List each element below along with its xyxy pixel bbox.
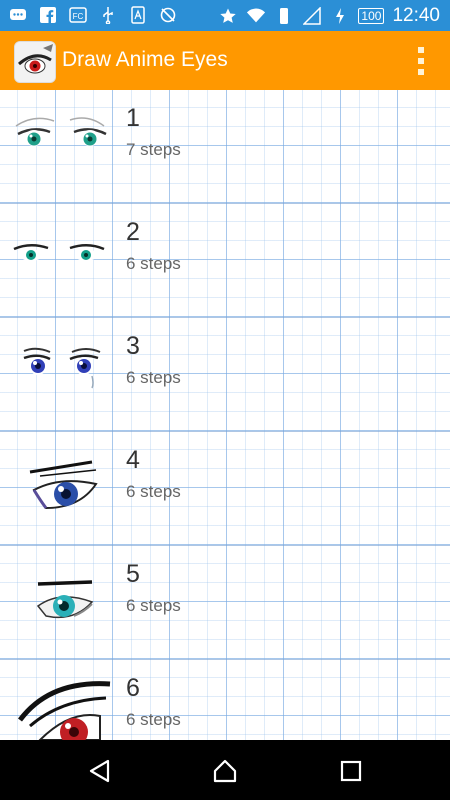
navigation-bar <box>0 740 450 800</box>
lesson-steps: 7 steps <box>126 140 181 159</box>
app-logo-icon <box>14 41 56 83</box>
lesson-number: 6 <box>126 674 140 702</box>
back-icon[interactable] <box>87 758 113 784</box>
list-item[interactable]: 5 6 steps <box>0 546 450 660</box>
page-title: Draw Anime Eyes <box>62 48 228 71</box>
lesson-number: 4 <box>126 446 140 474</box>
status-time: 12:40 <box>392 5 440 26</box>
eye-drawing <box>15 117 107 146</box>
usb-icon <box>98 5 118 25</box>
star-icon <box>218 6 238 26</box>
status-bar: FC 100 12:40 <box>0 0 450 31</box>
home-icon[interactable] <box>212 758 238 784</box>
list-item[interactable]: 1 7 steps <box>0 90 450 204</box>
lesson-steps: 6 steps <box>126 368 181 387</box>
notification-icons: FC <box>8 5 178 25</box>
wifi-icon <box>246 6 266 26</box>
overflow-menu-icon[interactable] <box>416 47 426 75</box>
list-item[interactable]: 6 6 steps <box>0 660 450 740</box>
lesson-steps: 6 steps <box>126 482 181 501</box>
lesson-thumbnail <box>0 204 118 318</box>
fc-icon: FC <box>68 5 88 25</box>
message-icon <box>8 5 28 25</box>
lesson-thumbnail <box>0 546 118 660</box>
lesson-steps: 6 steps <box>126 254 181 273</box>
sync-off-icon <box>158 5 178 25</box>
system-icons: 100 12:40 <box>218 5 440 27</box>
recent-apps-icon[interactable] <box>338 758 364 784</box>
battery-level: 100 <box>358 8 385 24</box>
lesson-list: 1 7 steps 2 6 steps 3 6 steps 4 6 steps … <box>0 90 450 740</box>
list-item[interactable]: 4 6 steps <box>0 432 450 546</box>
lesson-number: 2 <box>126 218 140 246</box>
app-bar: Draw Anime Eyes <box>0 31 450 90</box>
lesson-thumbnail <box>0 660 118 740</box>
list-item[interactable]: 3 6 steps <box>0 318 450 432</box>
lesson-number: 3 <box>126 332 140 360</box>
app-icon <box>128 5 148 25</box>
lesson-thumbnail <box>0 318 118 432</box>
svg-text:FC: FC <box>73 12 84 21</box>
signal-icon <box>302 6 322 26</box>
lesson-thumbnail <box>0 90 118 204</box>
lesson-number: 1 <box>126 104 140 132</box>
list-item[interactable]: 2 6 steps <box>0 204 450 318</box>
charging-icon <box>330 6 350 26</box>
facebook-icon <box>38 5 58 25</box>
lesson-steps: 6 steps <box>126 596 181 615</box>
vibrate-icon <box>274 6 294 26</box>
lesson-number: 5 <box>126 560 140 588</box>
lesson-steps: 6 steps <box>126 710 181 729</box>
lesson-thumbnail <box>0 432 118 546</box>
